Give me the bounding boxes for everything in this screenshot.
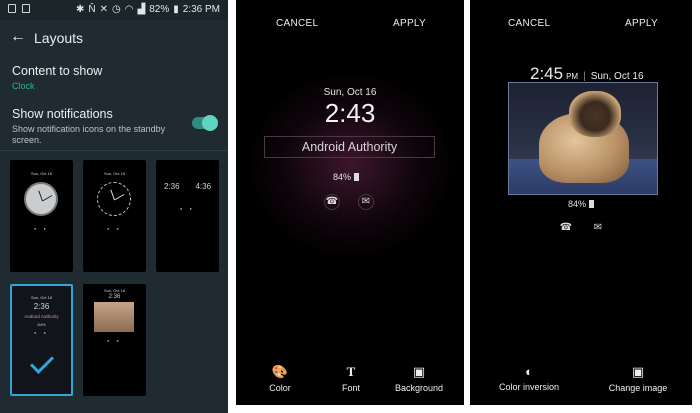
layout-option-photo[interactable]: Sun, Oct 16 2:36 ● ● bbox=[83, 284, 146, 396]
setting-title: Content to show bbox=[12, 64, 103, 78]
clock-hand bbox=[110, 189, 115, 201]
battery-indicator: 84% bbox=[568, 199, 595, 209]
mini-icons: ● ● bbox=[107, 338, 122, 343]
clock-ampm: PM bbox=[566, 72, 579, 81]
mini-text: Android Authority bbox=[24, 314, 59, 319]
text-layout-editor-screen: CANCEL APPLY Sun, Oct 16 2:43 Android Au… bbox=[236, 0, 464, 405]
show-notifications-toggle[interactable] bbox=[192, 115, 218, 131]
tool-label: Color bbox=[269, 383, 291, 393]
clock-time: 2:43 bbox=[324, 98, 376, 128]
tool-label: Background bbox=[394, 383, 444, 393]
mini-time: 2:36 bbox=[108, 294, 121, 300]
mini-time: 4:36 bbox=[195, 182, 212, 191]
divider bbox=[0, 150, 228, 151]
page-title: Layouts bbox=[34, 30, 84, 46]
mini-date: Sun, Oct 16 bbox=[103, 171, 126, 176]
mini-photo bbox=[94, 302, 134, 332]
clock-hand bbox=[114, 194, 125, 201]
cancel-button[interactable]: CANCEL bbox=[276, 18, 318, 29]
show-notifications-setting[interactable]: Show notifications Show notification ico… bbox=[12, 107, 190, 146]
layouts-settings-screen: ✱ Ň ✕ ◷ ◠ ▟ 82% ▮ 2:36 PM ← Layouts Cont… bbox=[0, 0, 228, 413]
analog-clock-icon bbox=[24, 182, 58, 216]
mini-dual-times: 2:36 4:36 bbox=[156, 182, 219, 191]
alarm-icon: ◷ bbox=[112, 4, 121, 15]
notification-icon bbox=[8, 4, 16, 13]
clock-hand bbox=[38, 190, 43, 202]
tool-label: Font bbox=[341, 383, 360, 393]
battery-percent: 84% bbox=[568, 199, 587, 209]
tool-label: Change image bbox=[608, 383, 668, 393]
status-bar: ✱ Ň ✕ ◷ ◠ ▟ 82% ▮ 2:36 PM bbox=[0, 0, 228, 20]
mini-date: Sun, Oct 16 bbox=[103, 288, 126, 293]
date-label: Sun, Oct 16 bbox=[590, 71, 644, 82]
app-bar: ← Layouts bbox=[0, 20, 228, 56]
checkmark-icon bbox=[29, 349, 55, 375]
palette-icon: 🎨 bbox=[271, 364, 289, 379]
wifi-icon: ◠ bbox=[124, 4, 134, 15]
toggle-knob bbox=[202, 115, 218, 131]
setting-title: Show notifications bbox=[12, 107, 113, 121]
layout-option-dual-clock[interactable]: 2:36 4:36 ● ● bbox=[156, 160, 219, 272]
battery-indicator: 84% bbox=[333, 172, 360, 182]
separator: | bbox=[583, 71, 586, 82]
mini-icons: ● ● bbox=[180, 206, 195, 211]
tool-font[interactable]: T Font bbox=[336, 364, 366, 393]
photo-dog-face bbox=[569, 91, 621, 137]
tool-change-image[interactable]: ▣ Change image bbox=[606, 364, 670, 393]
mini-icons: ● ● bbox=[34, 226, 49, 231]
text-icon: T bbox=[346, 364, 356, 379]
battery-icon bbox=[589, 200, 595, 208]
apply-button[interactable]: APPLY bbox=[625, 18, 658, 29]
setting-value: Clock bbox=[12, 81, 35, 91]
image-icon: ▣ bbox=[631, 364, 645, 379]
clock-time: 2:45 bbox=[530, 64, 564, 83]
mini-time: 2:36 bbox=[33, 302, 50, 311]
mute-icon: ✕ bbox=[99, 4, 109, 15]
battery-icon: ▮ bbox=[173, 4, 179, 15]
image-icon: ▣ bbox=[412, 364, 426, 379]
clock-hand bbox=[42, 195, 53, 202]
setting-subtitle: Show notification icons on the standby s… bbox=[12, 124, 166, 145]
missed-call-icon: ☎ bbox=[559, 222, 573, 233]
arrow-left-icon[interactable]: ← bbox=[10, 28, 26, 46]
battery-icon bbox=[354, 173, 360, 181]
date-label: Sun, Oct 16 bbox=[323, 87, 377, 98]
nfc-icon: Ň bbox=[88, 4, 96, 15]
battery-percent: 82% bbox=[149, 4, 170, 15]
mini-date: Sun, Oct 16 bbox=[30, 171, 53, 176]
mini-battery: 84% bbox=[37, 322, 46, 327]
layout-option-analog-light[interactable]: Sun, Oct 16 ● ● bbox=[10, 160, 73, 272]
mini-icons: ● ● bbox=[34, 330, 49, 335]
tool-color[interactable]: 🎨 Color bbox=[264, 364, 296, 393]
layout-option-text-selected[interactable]: Sun, Oct 16 2:36 Android Authority 84% ●… bbox=[10, 284, 73, 396]
apply-button[interactable]: APPLY bbox=[393, 18, 426, 29]
image-layout-editor-screen: CANCEL APPLY 2:45 PM | Sun, Oct 16 84% ☎… bbox=[470, 0, 692, 405]
tool-background[interactable]: ▣ Background bbox=[394, 364, 444, 393]
notification-icon bbox=[22, 4, 30, 13]
battery-percent: 84% bbox=[333, 172, 352, 182]
missed-call-icon: ☎ bbox=[324, 194, 340, 210]
background-photo[interactable] bbox=[508, 82, 658, 195]
email-icon: ✉ bbox=[358, 194, 374, 210]
custom-text-field[interactable]: Android Authority bbox=[264, 136, 435, 158]
invert-colors-icon: ◐ bbox=[525, 364, 533, 379]
layout-option-analog-dark[interactable]: Sun, Oct 16 ● ● bbox=[83, 160, 146, 272]
tool-color-inversion[interactable]: ◐ Color inversion bbox=[494, 364, 564, 392]
mini-date: Sun, Oct 16 bbox=[30, 295, 53, 300]
status-time: 2:36 PM bbox=[182, 4, 220, 15]
clock-row: 2:45 PM | Sun, Oct 16 bbox=[530, 64, 644, 84]
content-to-show-setting[interactable]: Content to show Clock bbox=[12, 64, 102, 91]
cancel-button[interactable]: CANCEL bbox=[508, 18, 550, 29]
analog-clock-icon bbox=[97, 182, 131, 216]
mini-time: 2:36 bbox=[163, 182, 180, 191]
mini-icons: ● ● bbox=[107, 226, 122, 231]
email-icon: ✉ bbox=[593, 222, 603, 233]
signal-icon: ▟ bbox=[137, 4, 146, 15]
tool-label: Color inversion bbox=[498, 382, 560, 392]
bluetooth-icon: ✱ bbox=[76, 4, 85, 15]
